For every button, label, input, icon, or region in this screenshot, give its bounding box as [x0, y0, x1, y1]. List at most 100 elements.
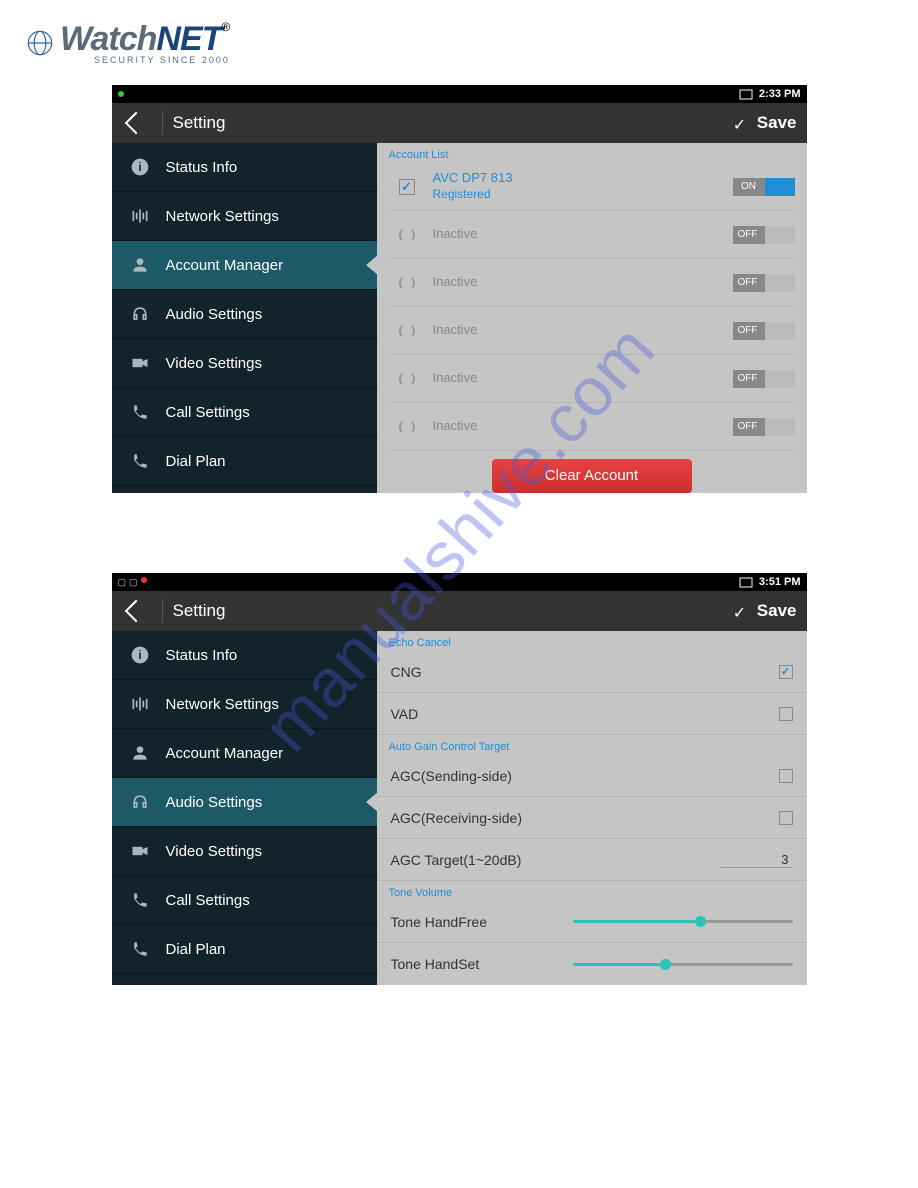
- account-row[interactable]: Inactive OFF: [389, 307, 795, 355]
- toggle-off[interactable]: OFF: [733, 226, 795, 244]
- camera-icon: [130, 353, 150, 373]
- section-header: Auto Gain Control Target: [377, 735, 807, 755]
- checkbox[interactable]: [779, 811, 793, 825]
- agc-target-value[interactable]: 3: [721, 852, 793, 868]
- account-list-panel: Account List ✓ AVC DP7 813 Registered ON…: [377, 143, 807, 493]
- status-indicator-icon: [141, 577, 147, 583]
- status-time: 2:33 PM: [759, 88, 801, 100]
- checkbox[interactable]: ✓: [779, 665, 793, 679]
- account-name: Inactive: [433, 274, 478, 291]
- option-row-vad[interactable]: VAD: [377, 693, 807, 735]
- checkbox[interactable]: [779, 769, 793, 783]
- wifi-icon: [739, 89, 753, 100]
- option-label: AGC(Sending-side): [391, 768, 779, 784]
- svg-text:i: i: [138, 649, 141, 662]
- sidebar-item-video-settings[interactable]: Video Settings: [112, 339, 377, 388]
- sidebar-item-label: Account Manager: [166, 745, 284, 762]
- logo-tagline: SECURITY SINCE 2000: [94, 55, 230, 65]
- section-header: Account List: [377, 143, 807, 163]
- sidebar-item-account-manager[interactable]: Account Manager: [112, 729, 377, 778]
- divider: [162, 111, 163, 135]
- back-button[interactable]: [124, 600, 147, 623]
- account-name: Inactive: [433, 322, 478, 339]
- tone-handset-slider[interactable]: [573, 963, 793, 966]
- account-name: Inactive: [433, 226, 478, 243]
- sidebar-item-label: Call Settings: [166, 892, 250, 909]
- back-button[interactable]: [124, 112, 147, 135]
- account-name: Inactive: [433, 370, 478, 387]
- sidebar-item-label: Dial Plan: [166, 453, 226, 470]
- sidebar-item-dial-plan[interactable]: Dial Plan: [112, 437, 377, 486]
- save-button[interactable]: Save: [757, 113, 797, 133]
- audio-settings-panel: Echo Cancel CNG ✓ VAD Auto Gain Control …: [377, 631, 807, 985]
- sidebar-item-call-settings[interactable]: Call Settings: [112, 388, 377, 437]
- info-icon: i: [130, 157, 150, 177]
- option-row-tone-handfree: Tone HandFree: [377, 901, 807, 943]
- check-icon: [733, 115, 749, 131]
- toggle-off[interactable]: OFF: [733, 322, 795, 340]
- headset-icon: [130, 304, 150, 324]
- status-indicator-icon: ▢: [118, 577, 127, 588]
- person-icon: [130, 255, 150, 275]
- account-status: Registered: [433, 187, 513, 203]
- sidebar-item-dial-plan[interactable]: Dial Plan: [112, 925, 377, 974]
- sync-icon: [399, 275, 415, 291]
- toggle-off[interactable]: OFF: [733, 418, 795, 436]
- page-title: Setting: [173, 601, 226, 621]
- sidebar-item-call-settings[interactable]: Call Settings: [112, 876, 377, 925]
- option-label: VAD: [391, 706, 779, 722]
- sidebar-item-label: Status Info: [166, 647, 238, 664]
- option-row-agc-sending[interactable]: AGC(Sending-side): [377, 755, 807, 797]
- account-row[interactable]: Inactive OFF: [389, 259, 795, 307]
- account-row[interactable]: Inactive OFF: [389, 403, 795, 451]
- save-button[interactable]: Save: [757, 601, 797, 621]
- account-row[interactable]: Inactive OFF: [389, 355, 795, 403]
- sidebar-item-network-settings[interactable]: Network Settings: [112, 680, 377, 729]
- sidebar-item-label: Account Manager: [166, 257, 284, 274]
- phone-icon: [130, 939, 150, 959]
- checkbox[interactable]: [779, 707, 793, 721]
- account-row[interactable]: Inactive OFF: [389, 211, 795, 259]
- sidebar-item-label: Network Settings: [166, 696, 279, 713]
- clear-account-button[interactable]: Clear Account: [492, 459, 692, 493]
- checkbox-icon[interactable]: ✓: [399, 179, 415, 195]
- toggle-off[interactable]: OFF: [733, 274, 795, 292]
- sidebar-item-label: Call Settings: [166, 404, 250, 421]
- camera-icon: [130, 841, 150, 861]
- settings-sidebar: i Status Info Network Settings Account M…: [112, 631, 377, 985]
- toggle-off[interactable]: OFF: [733, 370, 795, 388]
- antenna-icon: [130, 206, 150, 226]
- sidebar-item-label: Video Settings: [166, 355, 262, 372]
- sync-icon: [399, 323, 415, 339]
- option-row-agc-target[interactable]: AGC Target(1~20dB) 3: [377, 839, 807, 881]
- sidebar-item-audio-settings[interactable]: Audio Settings: [112, 290, 377, 339]
- tone-handfree-slider[interactable]: [573, 920, 793, 923]
- sidebar-item-status-info[interactable]: i Status Info: [112, 143, 377, 192]
- brand-logo: WatchNET® SECURITY SINCE 2000: [26, 20, 898, 65]
- sidebar-item-status-info[interactable]: i Status Info: [112, 631, 377, 680]
- sidebar-item-label: Audio Settings: [166, 306, 263, 323]
- option-label: AGC(Receiving-side): [391, 810, 779, 826]
- sidebar-item-label: Audio Settings: [166, 794, 263, 811]
- sync-icon: [399, 227, 415, 243]
- option-row-agc-receiving[interactable]: AGC(Receiving-side): [377, 797, 807, 839]
- sidebar-item-video-settings[interactable]: Video Settings: [112, 827, 377, 876]
- sidebar-item-label: Status Info: [166, 159, 238, 176]
- sidebar-item-label: Dial Plan: [166, 941, 226, 958]
- sync-icon: [399, 419, 415, 435]
- svg-text:i: i: [138, 161, 141, 174]
- status-time: 3:51 PM: [759, 576, 801, 588]
- toggle-on[interactable]: ON: [733, 178, 795, 196]
- account-name: Inactive: [433, 418, 478, 435]
- option-row-cng[interactable]: CNG ✓: [377, 651, 807, 693]
- sidebar-item-audio-settings[interactable]: Audio Settings: [112, 778, 377, 827]
- sidebar-item-network-settings[interactable]: Network Settings: [112, 192, 377, 241]
- sidebar-item-account-manager[interactable]: Account Manager: [112, 241, 377, 290]
- antenna-icon: [130, 694, 150, 714]
- divider: [162, 599, 163, 623]
- phone-icon: [130, 451, 150, 471]
- account-row[interactable]: ✓ AVC DP7 813 Registered ON: [389, 163, 795, 211]
- section-header: Tone Volume: [377, 881, 807, 901]
- screenshot-audio-settings: ▢ ▢ 3:51 PM Setting Save i Status Info: [112, 573, 807, 985]
- page-title: Setting: [173, 113, 226, 133]
